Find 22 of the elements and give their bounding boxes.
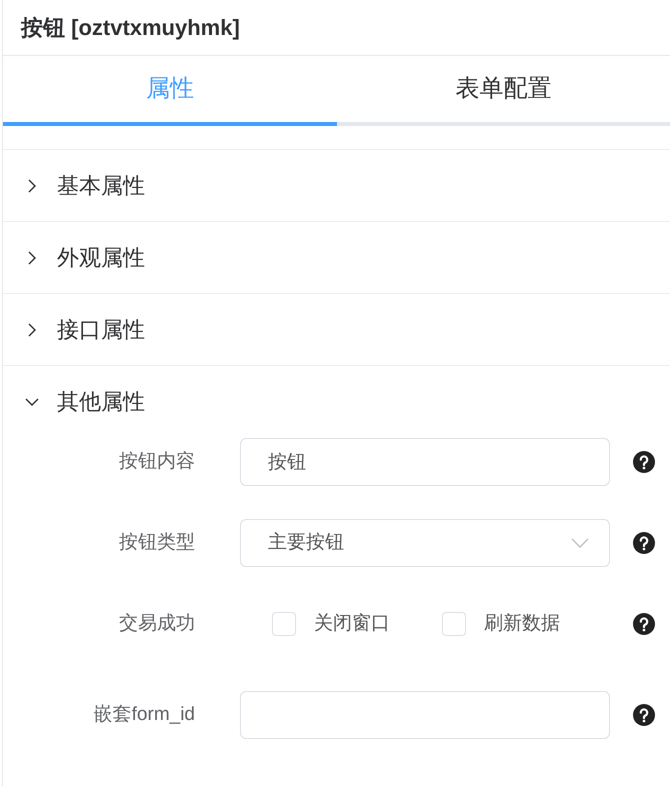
text-field[interactable]: 按钮 (240, 438, 610, 486)
section-header[interactable]: 其他属性 (3, 366, 670, 437)
field-label: 交易成功 (118, 612, 195, 636)
section-header[interactable]: 外观属性 (3, 222, 670, 293)
panel-title: 按钮 [oztvtxmuyhmk] (21, 14, 240, 42)
checkbox[interactable] (442, 612, 466, 636)
field-label: 嵌套form_id (92, 702, 195, 727)
checkbox-label: 关闭窗口 (314, 612, 390, 636)
text-field[interactable] (240, 691, 610, 739)
checkbox[interactable] (272, 612, 296, 636)
select-field[interactable]: 主要按钮 (240, 519, 610, 567)
field-label: 按钮内容 (118, 450, 195, 474)
tab[interactable]: 表单配置 (336, 56, 670, 126)
chevron-down-icon (571, 538, 589, 548)
section-header[interactable]: 接口属性 (3, 294, 670, 365)
checkbox-label: 刷新数据 (484, 612, 560, 636)
help-icon[interactable] (633, 532, 655, 554)
help-icon[interactable] (633, 704, 655, 726)
help-icon[interactable] (633, 451, 655, 473)
section-header[interactable]: 基本属性 (3, 150, 670, 221)
field-label: 按钮类型 (118, 530, 195, 555)
help-icon[interactable] (633, 613, 655, 635)
